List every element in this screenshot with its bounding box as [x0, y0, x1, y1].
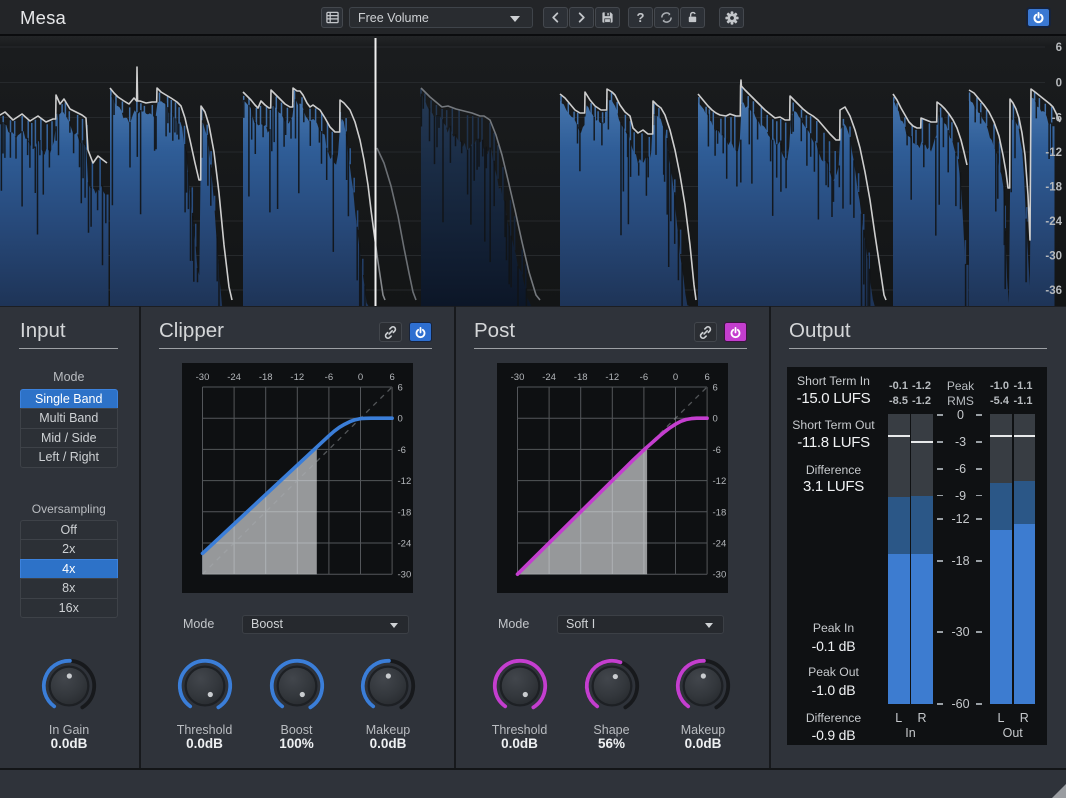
svg-text:-12: -12: [1045, 147, 1062, 159]
svg-text:-18: -18: [712, 507, 726, 518]
svg-text:-24: -24: [397, 538, 411, 549]
svg-text:-30: -30: [510, 372, 524, 383]
svg-text:-6: -6: [712, 444, 720, 455]
svg-text:-24: -24: [1045, 216, 1062, 228]
svg-text:0: 0: [397, 413, 402, 424]
svg-text:-18: -18: [573, 372, 587, 383]
svg-text:-36: -36: [1045, 285, 1062, 297]
svg-text:-12: -12: [397, 476, 411, 487]
svg-text:6: 6: [397, 382, 402, 393]
svg-text:6: 6: [1056, 42, 1062, 54]
svg-text:-12: -12: [605, 372, 619, 383]
svg-text:6: 6: [389, 372, 394, 383]
svg-text:-6: -6: [324, 372, 332, 383]
svg-text:0: 0: [1056, 78, 1062, 90]
svg-text:-30: -30: [712, 569, 726, 580]
svg-text:-6: -6: [1052, 113, 1062, 125]
svg-text:-30: -30: [195, 372, 209, 383]
svg-text:0: 0: [672, 372, 677, 383]
svg-text:-24: -24: [227, 372, 241, 383]
svg-text:-6: -6: [639, 372, 647, 383]
svg-text:-12: -12: [712, 476, 726, 487]
svg-text:6: 6: [704, 372, 709, 383]
svg-text:6: 6: [712, 382, 717, 393]
svg-text:-18: -18: [1045, 182, 1062, 194]
svg-text:0: 0: [712, 413, 717, 424]
svg-text:-18: -18: [397, 507, 411, 518]
svg-text:-30: -30: [397, 569, 411, 580]
svg-text:-18: -18: [258, 372, 272, 383]
svg-text:-12: -12: [290, 372, 304, 383]
svg-text:-6: -6: [397, 444, 405, 455]
svg-text:-24: -24: [712, 538, 726, 549]
svg-text:-24: -24: [542, 372, 556, 383]
svg-text:-30: -30: [1045, 251, 1062, 263]
svg-text:0: 0: [357, 372, 362, 383]
